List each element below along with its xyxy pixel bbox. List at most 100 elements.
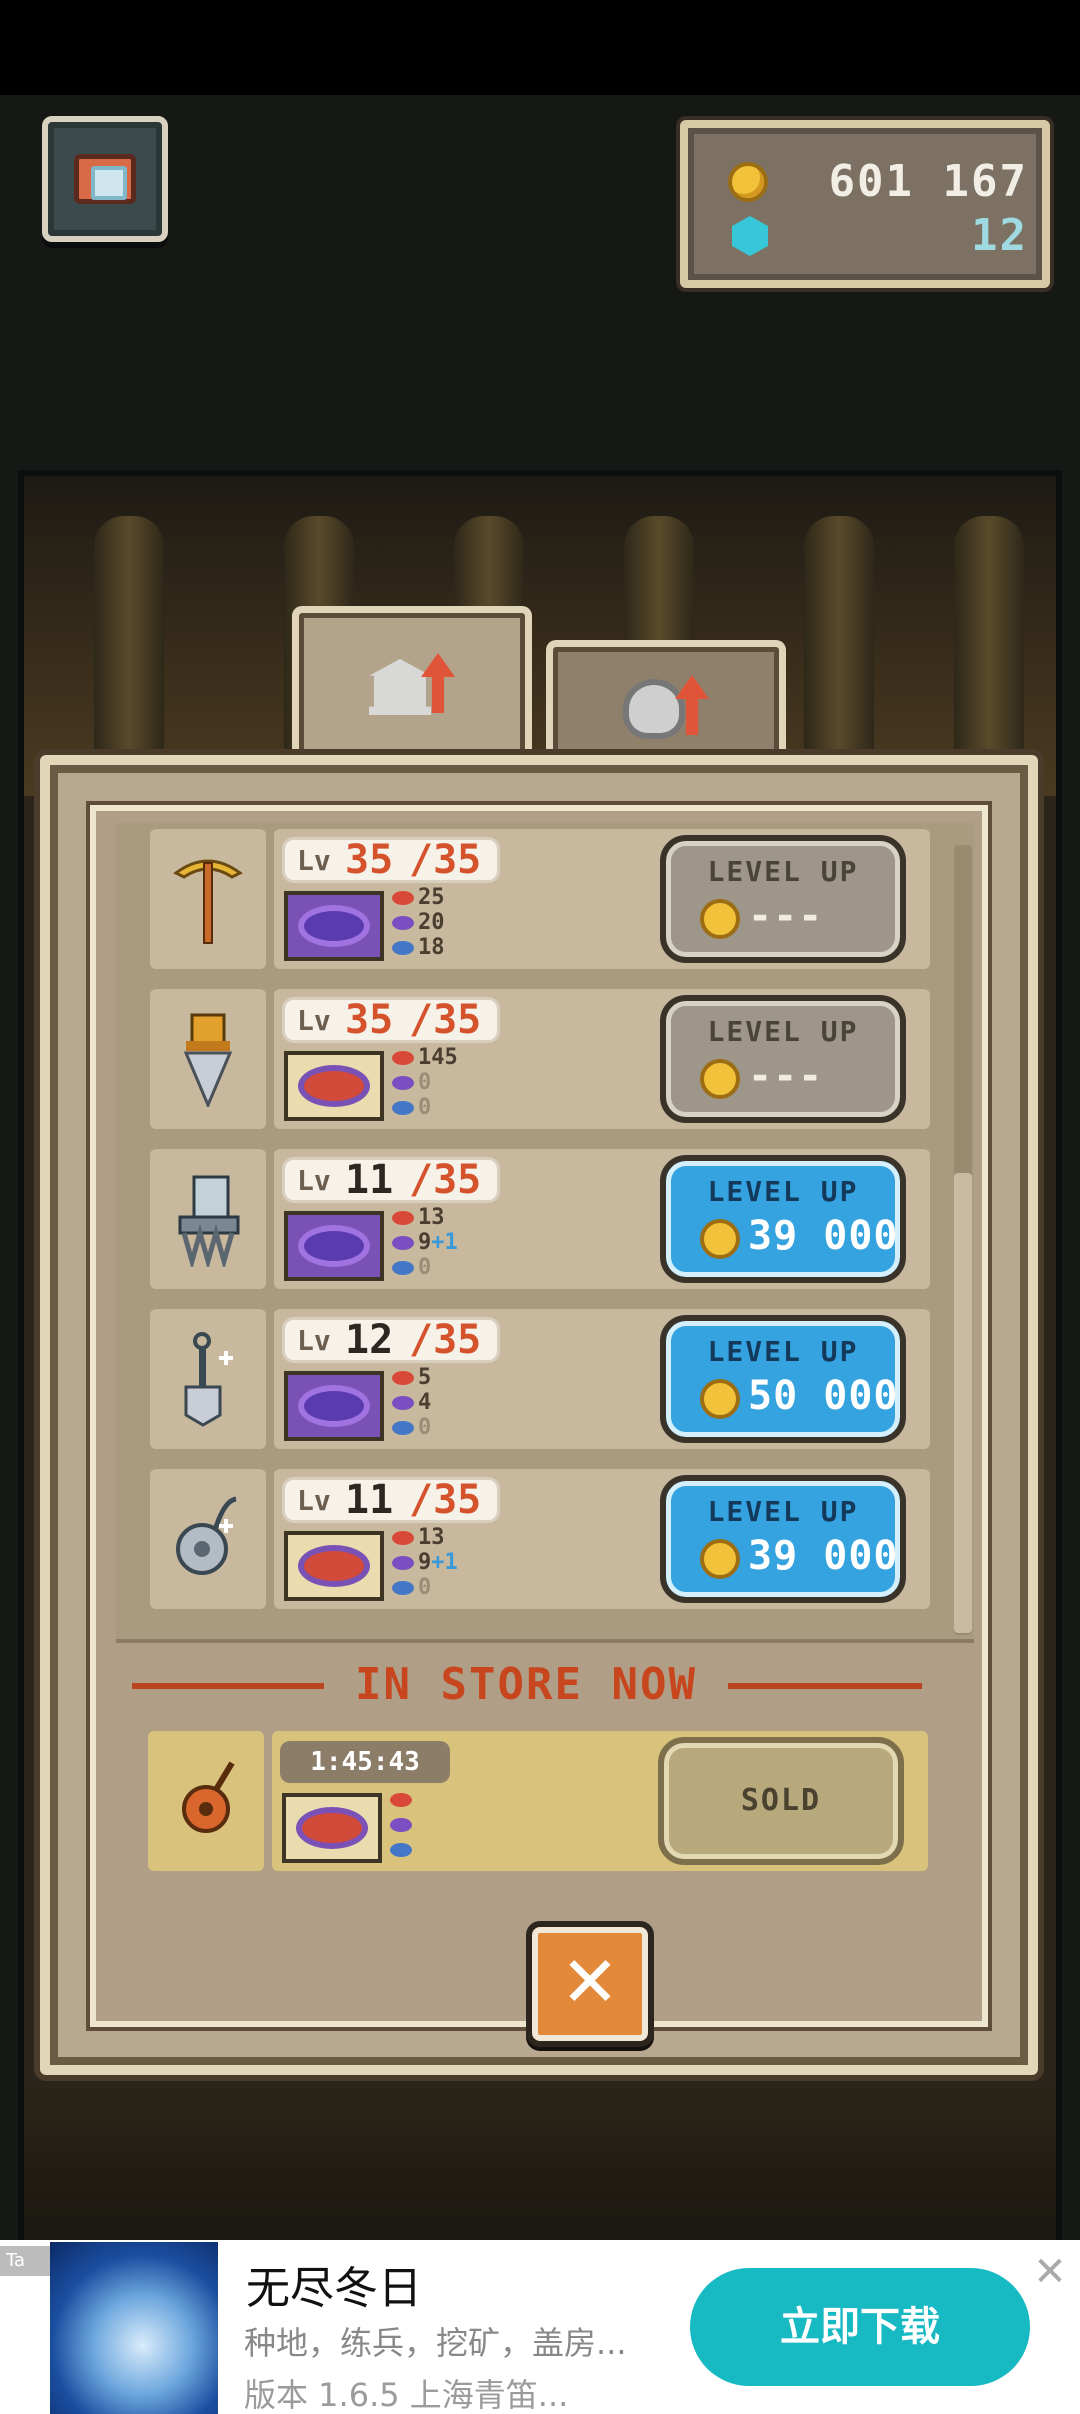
upgrade-info: Lv 35 /35 145 0 0 LEVEL UP --- xyxy=(274,989,930,1129)
ad-download-button[interactable]: 立即下载 xyxy=(690,2268,1030,2386)
stat-purple: 9+1 xyxy=(392,1550,512,1575)
tab-museum-upgrades[interactable] xyxy=(292,606,532,766)
ad-close-icon[interactable]: ✕ xyxy=(1030,2252,1070,2292)
museum-upgrade-icon xyxy=(369,653,455,717)
sold-button[interactable]: SOLD xyxy=(658,1737,904,1865)
pickaxe-icon xyxy=(173,859,243,944)
current-level: 35 xyxy=(345,837,394,883)
stat-blue xyxy=(390,1837,510,1862)
stat-red: 25 xyxy=(392,885,512,910)
camera-icon xyxy=(74,154,136,204)
level-prefix: Lv xyxy=(297,1004,331,1037)
gem-pattern-card xyxy=(282,1793,382,1863)
max-level: /35 xyxy=(409,1317,482,1363)
current-level: 12 xyxy=(345,1317,394,1363)
gold-row: 601 167 xyxy=(728,156,1028,208)
level-up-label: LEVEL UP xyxy=(707,1015,859,1048)
gem-pattern-card xyxy=(284,891,384,961)
upgrade-info: Lv 11 /35 13 9+1 0 LEVEL UP 39 000 xyxy=(274,1149,930,1289)
upgrade-row-pickaxe: Lv 35 /35 25 20 18 LEVEL UP --- xyxy=(150,829,930,969)
upgrade-info: Lv 12 /35 5 4 0 LEVEL UP 50 000 xyxy=(274,1309,930,1449)
stat-red xyxy=(390,1787,510,1812)
level-up-price: 39 000 xyxy=(748,1533,899,1579)
guitar-icon xyxy=(182,1761,235,1833)
upgrade-row-drill: Lv 35 /35 145 0 0 LEVEL UP --- xyxy=(150,989,930,1129)
level-up-label: LEVEL UP xyxy=(707,1175,859,1208)
level-up-button[interactable]: LEVEL UP --- xyxy=(660,835,906,963)
level-prefix: Lv xyxy=(297,1324,331,1357)
tool-icon-box xyxy=(150,1309,266,1449)
gem-stats: 145 0 0 xyxy=(392,1045,512,1125)
level-up-label: LEVEL UP xyxy=(707,855,859,888)
gem-stats: 25 20 18 xyxy=(392,885,512,965)
game-screen: 601 167 12 Lv 35 /35 25 20 18 LEVEL UP -… xyxy=(0,0,1080,2414)
shovel-icon xyxy=(184,1332,233,1427)
level-up-price: 50 000 xyxy=(748,1373,899,1419)
coin-icon xyxy=(700,1539,740,1579)
current-level: 11 xyxy=(345,1477,394,1523)
level-badge: Lv 35 /35 xyxy=(282,837,500,883)
ad-tag: Ta xyxy=(0,2246,50,2276)
level-up-price: --- xyxy=(748,893,824,939)
stat-blue: 0 xyxy=(392,1415,512,1440)
scrollbar-thumb[interactable] xyxy=(954,1173,972,1633)
upgrade-row-claw: Lv 11 /35 13 9+1 0 LEVEL UP 39 000 xyxy=(150,1149,930,1289)
dungeon-floor xyxy=(24,2086,1056,2246)
gem-stats: 13 9+1 0 xyxy=(392,1205,512,1285)
level-up-button[interactable]: LEVEL UP 50 000 xyxy=(660,1315,906,1443)
stat-red: 13 xyxy=(392,1525,512,1550)
gem-row: 12 xyxy=(728,210,1028,262)
gem-amount: 12 xyxy=(971,210,1028,261)
level-prefix: Lv xyxy=(297,1164,331,1197)
max-level: /35 xyxy=(409,1477,482,1523)
stat-red: 5 xyxy=(392,1365,512,1390)
level-up-button[interactable]: LEVEL UP --- xyxy=(660,995,906,1123)
ad-title[interactable]: 无尽冬日 xyxy=(246,2252,422,2316)
dungeon-wall xyxy=(24,476,1056,816)
ad-version: 版本 1.6.5 上海青笛... xyxy=(244,2376,569,2414)
upgrade-panel-inner: Lv 35 /35 25 20 18 LEVEL UP --- Lv 35 /3… xyxy=(90,805,988,2047)
gold-coin-icon xyxy=(728,162,768,202)
gem-pattern-card xyxy=(284,1051,384,1121)
currency-panel: 601 167 12 xyxy=(680,120,1050,288)
gem-icon xyxy=(732,216,768,256)
gold-amount: 601 167 xyxy=(828,156,1028,207)
max-level: /35 xyxy=(409,1157,482,1203)
stat-blue: 18 xyxy=(392,935,512,960)
level-up-label: LEVEL UP xyxy=(707,1495,859,1528)
upgrade-list[interactable]: Lv 35 /35 25 20 18 LEVEL UP --- Lv 35 /3… xyxy=(116,823,974,1643)
gem-stats: 5 4 0 xyxy=(392,1365,512,1445)
level-badge: Lv 35 /35 xyxy=(282,997,500,1043)
stat-red: 13 xyxy=(392,1205,512,1230)
max-level: /35 xyxy=(409,837,482,883)
current-level: 35 xyxy=(345,997,394,1043)
upgrade-panel: Lv 35 /35 25 20 18 LEVEL UP --- Lv 35 /3… xyxy=(40,755,1038,2075)
ad-description: 种地，练兵，挖矿，盖房... xyxy=(244,2324,627,2362)
stat-purple: 4 xyxy=(392,1390,512,1415)
max-level: /35 xyxy=(409,997,482,1043)
gem-pattern-card xyxy=(284,1371,384,1441)
level-up-button[interactable]: LEVEL UP 39 000 xyxy=(660,1155,906,1283)
stat-purple xyxy=(390,1812,510,1837)
store-title: IN STORE NOW xyxy=(324,1657,728,1713)
coin-icon xyxy=(700,899,740,939)
tool-icon-box xyxy=(150,1469,266,1609)
tab-helmet-upgrades[interactable] xyxy=(546,640,786,766)
helmet-upgrade-icon xyxy=(623,675,709,739)
level-up-button[interactable]: LEVEL UP 39 000 xyxy=(660,1475,906,1603)
gem-stats xyxy=(390,1787,510,1867)
drill-icon xyxy=(183,1013,233,1107)
camera-button[interactable] xyxy=(42,116,168,242)
ad-thumbnail[interactable] xyxy=(50,2242,218,2414)
stat-blue: 0 xyxy=(392,1575,512,1600)
gem-pattern-card xyxy=(284,1211,384,1281)
level-prefix: Lv xyxy=(297,1484,331,1517)
coin-icon xyxy=(700,1379,740,1419)
level-badge: Lv 11 /35 xyxy=(282,1157,500,1203)
stat-purple: 20 xyxy=(392,910,512,935)
gem-pattern-card xyxy=(284,1531,384,1601)
stat-purple: 9+1 xyxy=(392,1230,512,1255)
stat-red: 145 xyxy=(392,1045,512,1070)
close-button[interactable]: ✕ xyxy=(526,1921,654,2047)
tool-icon-box xyxy=(150,1149,266,1289)
